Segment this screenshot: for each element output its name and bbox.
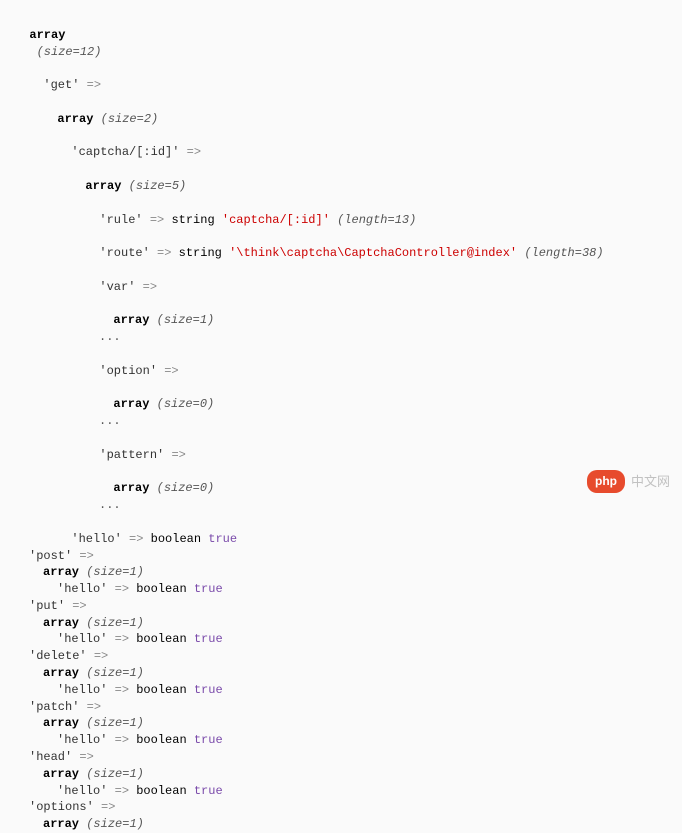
watermark-text: 中文网 [631, 473, 670, 491]
keyword-array: array [29, 28, 65, 42]
key-put: 'put' => [15, 598, 667, 615]
ellipsis: ... [15, 329, 667, 346]
captcha-var-array: array (size=1) [15, 296, 667, 330]
key-head: 'head' => [15, 749, 667, 766]
patch-array: array (size=1) [15, 715, 667, 732]
captcha-rule: 'rule' => string 'captcha/[:id]' (length… [15, 195, 667, 229]
get-array: array (size=2) [15, 94, 667, 128]
key-delete: 'delete' => [15, 648, 667, 665]
captcha-pattern-key: 'pattern' => [15, 430, 667, 464]
key-captcha: 'captcha/[:id]' => [15, 128, 667, 162]
key-patch: 'patch' => [15, 699, 667, 716]
delete-hello: 'hello' => boolean true [15, 682, 667, 699]
captcha-array: array (size=5) [15, 161, 667, 195]
size-annotation: (size=12) [29, 45, 101, 59]
delete-array: array (size=1) [15, 665, 667, 682]
head-array: array (size=1) [15, 766, 667, 783]
captcha-option-key: 'option' => [15, 346, 667, 380]
put-array: array (size=1) [15, 615, 667, 632]
post-array: array (size=1) [15, 564, 667, 581]
ellipsis: ... [15, 497, 667, 514]
captcha-route: 'route' => string '\think\captcha\Captch… [15, 228, 667, 262]
watermark-badge: php [587, 470, 625, 493]
captcha-pattern-array: array (size=0) [15, 464, 667, 498]
put-hello: 'hello' => boolean true [15, 631, 667, 648]
dump-root: array (size=12) [15, 10, 667, 60]
patch-hello: 'hello' => boolean true [15, 732, 667, 749]
key-get: 'get' => [15, 60, 667, 94]
ellipsis: ... [15, 413, 667, 430]
key-post: 'post' => [15, 548, 667, 565]
post-hello: 'hello' => boolean true [15, 581, 667, 598]
key-options: 'options' => [15, 799, 667, 816]
head-hello: 'hello' => boolean true [15, 783, 667, 800]
captcha-var-key: 'var' => [15, 262, 667, 296]
get-hello: 'hello' => boolean true [15, 514, 667, 548]
watermark: php 中文网 [587, 470, 670, 493]
captcha-option-array: array (size=0) [15, 380, 667, 414]
options-array: array (size=1) [15, 816, 667, 833]
